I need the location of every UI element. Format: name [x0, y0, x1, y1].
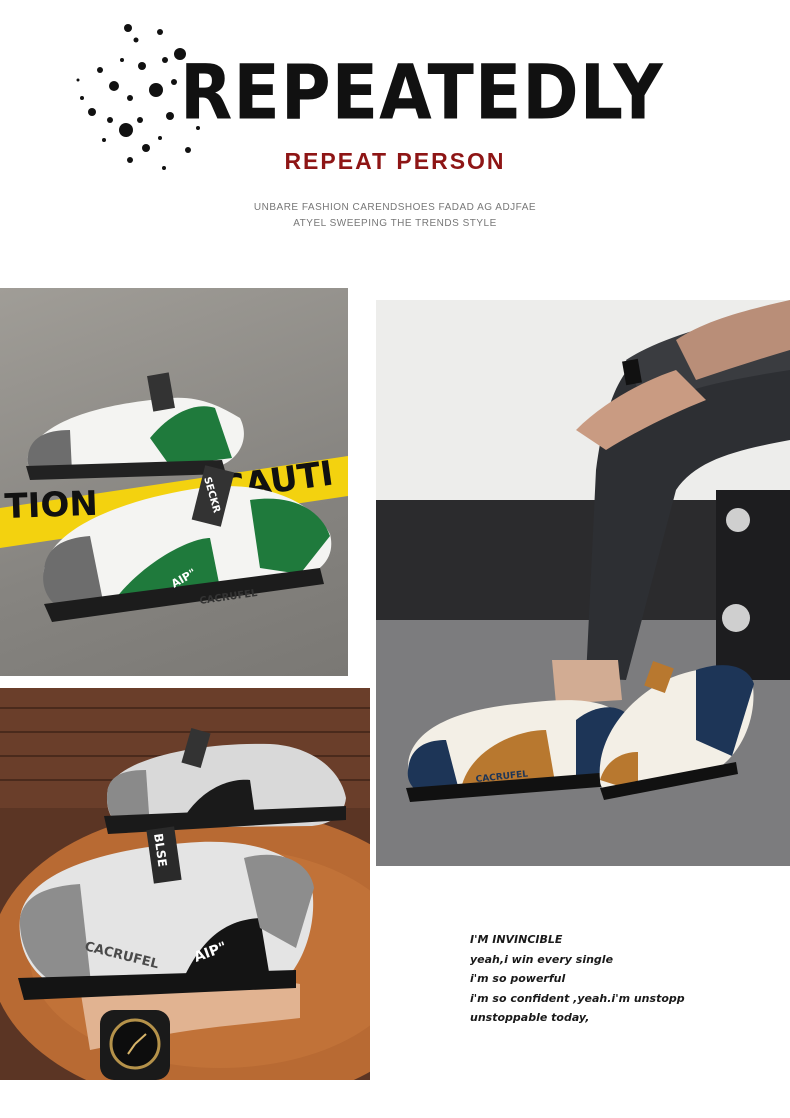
lyric-line: i'm so confident ,yeah.i'm unstopp — [470, 991, 685, 1005]
lyric-line: i'm so powerful — [470, 972, 566, 985]
page-headline: REPEATEDLY — [180, 49, 664, 138]
tagline-line-1: UNBARE FASHION CARENDSHOES FADAD AG ADJF… — [253, 202, 537, 213]
caution-tape-left-text: TION — [4, 484, 99, 527]
lyric-line: yeah,i win every single — [470, 952, 614, 966]
tagline-line-2: ATYEL SWEEPING THE TRENDS STYLE — [293, 218, 497, 229]
lyrics-block: I'M INVINCIBLE yeah,i win every single i… — [470, 930, 685, 1028]
lyric-line: unstoppable today, — [470, 1011, 590, 1024]
wristwatch — [100, 1010, 170, 1080]
worn-shoes-photo: CACRUFEL — [376, 300, 790, 866]
page-subheading: REPEAT PERSON — [284, 148, 506, 174]
back-green-shoe — [26, 372, 244, 480]
grey-shoes-photo: BLSE AIP" CACRUFEL — [0, 688, 370, 1080]
lyric-line: I'M INVINCIBLE — [470, 933, 563, 946]
green-shoes-photo: TION CAUTI SECKR AIP" CACRUFEL — [0, 288, 348, 676]
